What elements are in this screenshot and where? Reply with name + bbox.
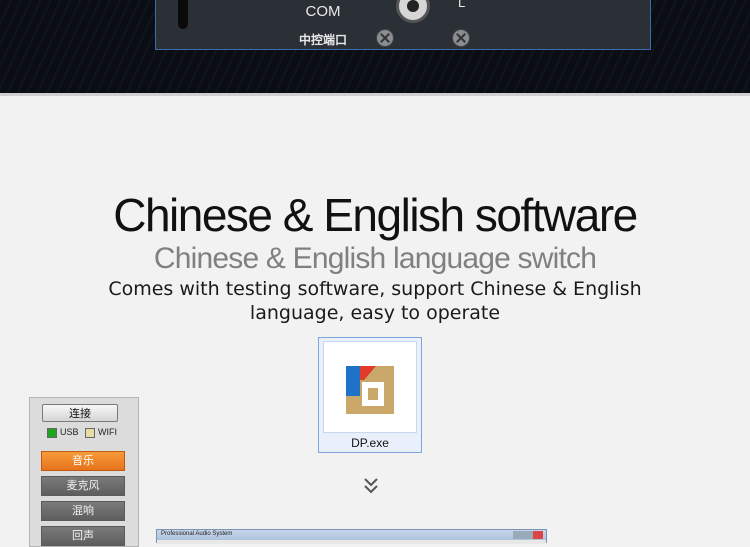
com-port-label: COM [305, 3, 341, 20]
hardware-banner: COM 中控端口 L [0, 0, 750, 93]
menu-music-button[interactable]: 音乐 [41, 451, 125, 471]
window-toolbar [157, 540, 546, 544]
software-window: Professional Audio System [156, 529, 547, 544]
page-title: Chinese & English software [113, 189, 638, 241]
menu-echo-button[interactable]: 回声 [41, 526, 125, 546]
dp-app-icon [346, 366, 394, 414]
description-text: Comes with testing software, support Chi… [108, 278, 642, 324]
panel-slot [178, 0, 188, 29]
icon-label: DP.exe [351, 436, 389, 450]
audio-jack-icon [396, 0, 430, 23]
usb-label: USB [60, 427, 79, 437]
divider [0, 93, 750, 96]
screw-icon [376, 29, 394, 47]
window-title: Professional Audio System [161, 531, 233, 537]
menu-microphone-button[interactable]: 麦克风 [41, 476, 125, 496]
page-subtitle: Chinese & English language switch [153, 242, 597, 275]
channel-label: L [458, 0, 466, 10]
usb-indicator[interactable] [47, 428, 57, 438]
window-controls[interactable] [513, 531, 543, 539]
control-port-label: 中控端口 [298, 33, 347, 47]
connect-button[interactable]: 连接 [42, 404, 118, 422]
screw-icon [452, 29, 470, 47]
double-chevron-down-icon [364, 478, 378, 494]
wifi-indicator[interactable] [85, 428, 95, 438]
menu-reverb-button[interactable]: 混响 [41, 501, 125, 521]
software-control-panel: 连接 USB WIFI 音乐 麦克风 混响 回声 [29, 397, 139, 547]
desktop-icon-dp-exe[interactable]: DP.exe [318, 337, 422, 453]
icon-frame [323, 341, 417, 433]
device-rear-panel: COM 中控端口 L [155, 0, 651, 50]
wifi-label: WIFI [98, 427, 117, 437]
